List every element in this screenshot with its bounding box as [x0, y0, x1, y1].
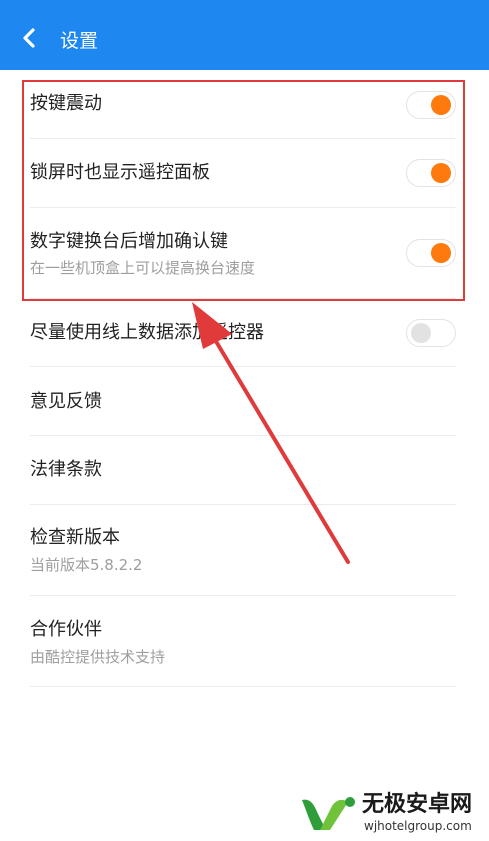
setting-legal[interactable]: 法律条款	[30, 436, 456, 505]
setting-label: 意见反馈	[30, 391, 102, 412]
setting-label: 锁屏时也显示遥控面板	[30, 162, 210, 183]
back-button[interactable]	[16, 25, 42, 51]
setting-partners[interactable]: 合作伙伴 由酷控提供技术支持	[30, 596, 456, 687]
settings-screen: 设置 按键震动 锁屏时也显示遥控面板 数字键换台后增加确认键 在一些机顶盒上可以…	[0, 0, 489, 841]
setting-label: 数字键换台后增加确认键	[30, 231, 228, 252]
toggle-knob	[431, 243, 451, 263]
setting-label: 检查新版本	[30, 527, 120, 548]
setting-label: 尽量使用线上数据添加遥控器	[30, 322, 264, 343]
setting-description: 在一些机顶盒上可以提高换台速度	[30, 259, 256, 277]
page-title: 设置	[60, 30, 99, 52]
setting-label: 合作伙伴	[30, 619, 102, 640]
setting-online-data[interactable]: 尽量使用线上数据添加遥控器	[30, 299, 456, 367]
app-bar: 设置	[0, 0, 489, 70]
toggle-knob	[431, 163, 451, 183]
setting-label: 法律条款	[30, 459, 102, 480]
key-vibration-toggle[interactable]	[406, 91, 456, 119]
current-version: 当前版本5.8.2.2	[30, 556, 143, 574]
toggle-knob	[411, 323, 431, 343]
setting-confirm-key[interactable]: 数字键换台后增加确认键 在一些机顶盒上可以提高换台速度	[30, 208, 456, 299]
setting-label: 按键震动	[30, 93, 102, 114]
confirm-key-toggle[interactable]	[406, 239, 456, 267]
watermark: 无极安卓网 wjhotelgroup.com	[300, 790, 486, 838]
setting-feedback[interactable]: 意见反馈	[30, 367, 456, 436]
setting-key-vibration[interactable]: 按键震动	[30, 70, 456, 139]
watermark-name: 无极安卓网	[362, 792, 473, 817]
lockscreen-remote-toggle[interactable]	[406, 159, 456, 187]
setting-check-version[interactable]: 检查新版本 当前版本5.8.2.2	[30, 505, 456, 596]
partner-description: 由酷控提供技术支持	[30, 648, 166, 666]
online-data-toggle[interactable]	[406, 319, 456, 347]
toggle-knob	[431, 95, 451, 115]
chevron-left-icon	[23, 28, 35, 48]
setting-lockscreen-remote[interactable]: 锁屏时也显示遥控面板	[30, 139, 456, 208]
watermark-url: wjhotelgroup.com	[364, 819, 472, 833]
watermark-logo-icon	[302, 797, 355, 830]
